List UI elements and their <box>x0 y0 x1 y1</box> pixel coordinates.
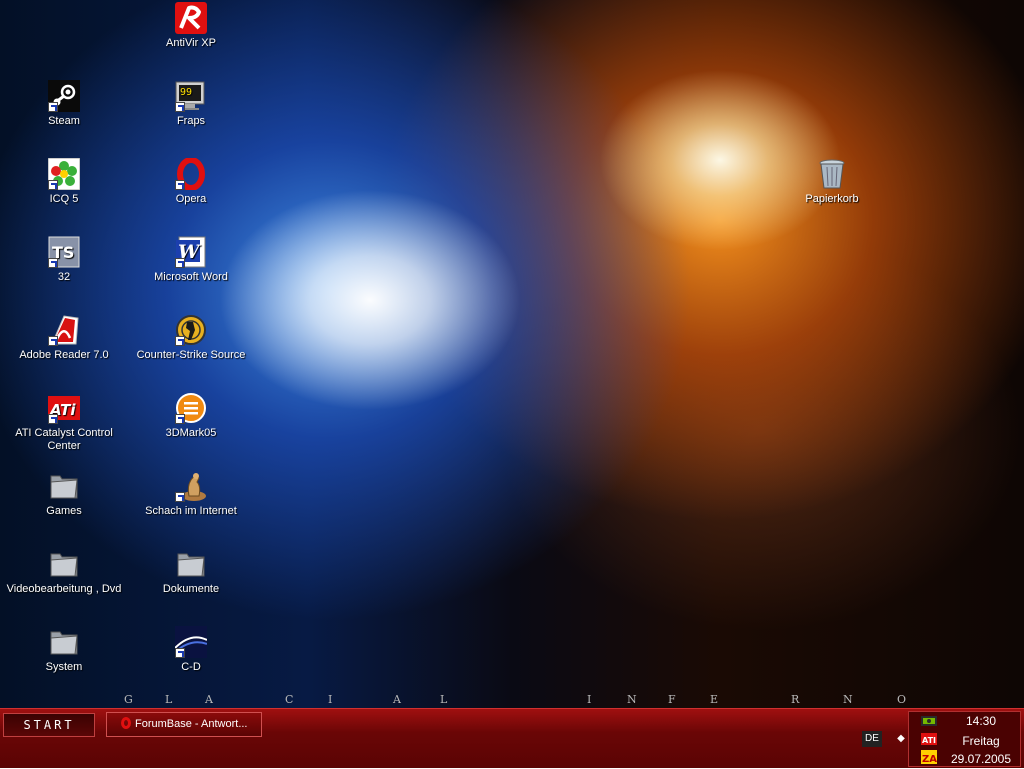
desktop-icon-label: ATI Catalyst Control Center <box>15 427 113 452</box>
nvidia-tray-icon[interactable] <box>921 714 937 728</box>
shortcut-arrow-icon <box>48 102 58 112</box>
clock-day[interactable]: Freitag <box>941 734 1021 748</box>
desktop-icon-icq[interactable]: ICQ 5 <box>2 158 126 206</box>
desktop-icon-c-d[interactable]: C-D <box>129 626 253 674</box>
folder-icon <box>48 626 80 658</box>
wallpaper-letter: O <box>897 693 907 706</box>
desktop-icon-counter-strike[interactable]: Counter-Strike Source <box>129 314 253 362</box>
shortcut-arrow-icon <box>175 102 185 112</box>
folder-icon <box>48 548 80 580</box>
desktop-icon-3dmark[interactable]: 3DMark05 <box>129 392 253 440</box>
fraps-counter: 99 <box>180 87 192 98</box>
desktop-icon-label: Papierkorb <box>805 193 859 205</box>
taskbar-window-label: ForumBase - Antwort... <box>135 718 248 730</box>
wallpaper-letter: A <box>205 693 213 706</box>
wallpaper-letter: N <box>843 693 853 706</box>
desktop-icon-label: Schach im Internet <box>145 505 237 517</box>
desktop-icon-label: AntiVir XP <box>166 37 216 49</box>
shortcut-arrow-icon <box>175 414 185 424</box>
desktop-icon-documents-folder[interactable]: Dokumente <box>129 548 253 596</box>
desktop-icon-ati-catalyst[interactable]: ATi ATI Catalyst Control Center <box>2 392 126 453</box>
shortcut-arrow-icon <box>48 336 58 346</box>
adobe-reader-icon <box>48 314 80 346</box>
desktop-icon-label: System <box>45 661 83 673</box>
clock-time[interactable]: 14:30 <box>941 714 1021 728</box>
desktop-icon-label: Dokumente <box>162 583 220 595</box>
desktop-icon-word[interactable]: W Microsoft Word <box>129 236 253 284</box>
start-button[interactable]: START <box>3 713 95 737</box>
folder-icon <box>48 470 80 502</box>
wallpaper-letter: F <box>668 693 676 706</box>
desktop-icon-opera[interactable]: Opera <box>129 158 253 206</box>
desktop-icon-system-folder[interactable]: System <box>2 626 126 674</box>
shortcut-arrow-icon <box>175 258 185 268</box>
wallpaper-letter: N <box>627 693 637 706</box>
desktop-icon-steam[interactable]: Steam <box>2 80 126 128</box>
wallpaper-letter: C <box>285 693 294 706</box>
antivir-umbrella-icon <box>175 2 207 34</box>
counter-strike-icon <box>175 314 207 346</box>
folder-icon <box>175 548 207 580</box>
desktop-icon-antivir[interactable]: AntiVir XP <box>129 2 253 50</box>
shortcut-arrow-icon <box>48 180 58 190</box>
wallpaper-letter: R <box>791 693 800 706</box>
wallpaper-letter: I <box>587 693 592 706</box>
desktop-icon-label: Microsoft Word <box>154 271 228 283</box>
wallpaper-letter: L <box>165 693 173 706</box>
desktop-icon-label: C-D <box>181 661 201 673</box>
c-d-icon <box>175 626 207 658</box>
wallpaper-letter: E <box>710 693 719 706</box>
ati-tray-icon[interactable]: ATI <box>921 732 937 746</box>
desktop-icon-label: Steam <box>48 115 80 127</box>
desktop-icon-label: 3DMark05 <box>165 427 217 439</box>
taskbar: START ForumBase - Antwort... DE ◆ ATI ZA… <box>0 708 1024 768</box>
desktop-icon-chess[interactable]: Schach im Internet <box>129 470 253 518</box>
desktop-icon-label: Counter-Strike Source <box>136 349 246 361</box>
wallpaper-letter: L <box>440 693 448 706</box>
clock-date[interactable]: 29.07.2005 <box>941 752 1021 766</box>
taskbar-window-button[interactable]: ForumBase - Antwort... <box>106 712 262 737</box>
shortcut-arrow-icon <box>175 336 185 346</box>
chess-icon <box>175 470 207 502</box>
desktop-icon-label: Adobe Reader 7.0 <box>19 349 109 361</box>
ts-icon: TS <box>48 236 80 268</box>
ati-tray-text: ATI <box>922 736 936 745</box>
desktop-icon-label: Videobearbeitung , Dvd <box>6 583 122 595</box>
steam-icon <box>48 80 80 112</box>
wallpaper-letter: A <box>393 693 401 706</box>
fraps-icon: 99 <box>175 80 207 112</box>
tray-expand-icon[interactable]: ◆ <box>895 731 907 747</box>
wallpaper-letter: I <box>328 693 333 706</box>
desktop-icon-games-folder[interactable]: Games <box>2 470 126 518</box>
desktop: AntiVir XP Steam 99 Fraps ICQ 5 Opera Pa… <box>0 0 1024 708</box>
desktop-icon-adobe-reader[interactable]: Adobe Reader 7.0 <box>2 314 126 362</box>
ati-icon: ATi <box>48 392 80 424</box>
opera-icon <box>121 717 131 729</box>
shortcut-arrow-icon <box>48 258 58 268</box>
desktop-icon-label: 32 <box>57 271 71 283</box>
shortcut-arrow-icon <box>175 648 185 658</box>
desktop-icon-video-folder[interactable]: Videobearbeitung , Dvd <box>2 548 126 596</box>
opera-icon <box>175 158 207 190</box>
word-icon: W <box>175 236 207 268</box>
shortcut-arrow-icon <box>175 180 185 190</box>
3dmark-icon <box>175 392 207 424</box>
desktop-icon-ts[interactable]: TS 32 <box>2 236 126 284</box>
system-tray: ATI ZA 14:30 Freitag 29.07.2005 <box>908 711 1021 767</box>
zonealarm-tray-text: ZA <box>922 754 937 764</box>
wallpaper-title: G L A C I A L I N F E R N O <box>0 693 1024 707</box>
shortcut-arrow-icon <box>48 414 58 424</box>
desktop-icon-recycle-bin[interactable]: Papierkorb <box>770 158 894 206</box>
shortcut-arrow-icon <box>175 492 185 502</box>
icq-flower-icon <box>48 158 80 190</box>
language-indicator[interactable]: DE <box>862 731 882 747</box>
desktop-icon-label: ICQ 5 <box>49 193 79 205</box>
desktop-icon-label: Games <box>46 505 82 517</box>
wallpaper-letter: G <box>124 693 133 706</box>
desktop-icon-label: Opera <box>175 193 207 205</box>
desktop-icon-label: Fraps <box>176 115 206 127</box>
desktop-icon-fraps[interactable]: 99 Fraps <box>129 80 253 128</box>
recycle-bin-icon <box>816 158 848 190</box>
zonealarm-tray-icon[interactable]: ZA <box>921 750 937 765</box>
